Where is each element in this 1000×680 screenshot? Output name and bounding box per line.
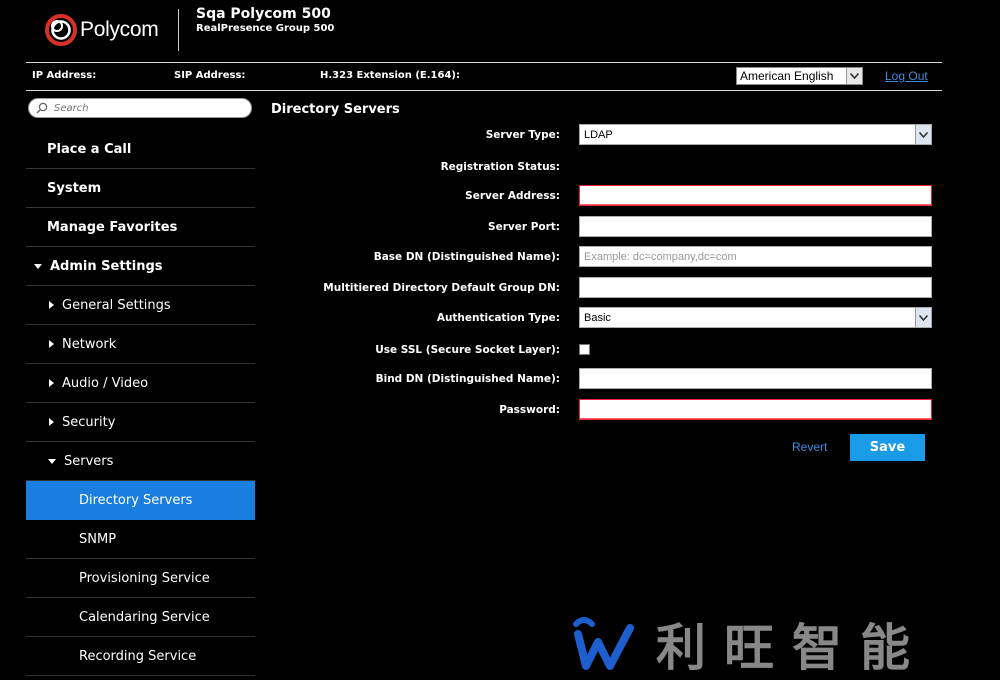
logo-text: Polycom bbox=[80, 18, 159, 41]
sidebar-item-label: Network bbox=[62, 336, 117, 352]
revert-link[interactable]: Revert bbox=[792, 440, 827, 454]
search-box[interactable] bbox=[28, 98, 252, 118]
sidebar-item-label: Directory Servers bbox=[79, 492, 193, 508]
sidebar-item-calendaring-service[interactable]: Calendaring Service bbox=[26, 598, 255, 637]
logout-link[interactable]: Log Out bbox=[885, 69, 928, 83]
sidebar-item-recording-service[interactable]: Recording Service bbox=[26, 637, 255, 676]
auth-type-select[interactable]: Basic bbox=[579, 307, 932, 328]
sidebar-item-label: Provisioning Service bbox=[79, 570, 210, 586]
page-title: Directory Servers bbox=[271, 102, 400, 117]
sidebar-item-directory-servers[interactable]: Directory Servers bbox=[26, 481, 255, 520]
sidebar-item-label: Servers bbox=[64, 453, 114, 469]
registration-status-row: Registration Status: bbox=[270, 156, 935, 178]
sidebar-item-security[interactable]: Security bbox=[26, 403, 255, 442]
sidebar-item-label: Manage Favorites bbox=[47, 219, 178, 235]
watermark: 利旺智能 bbox=[570, 612, 928, 677]
bind-dn-input[interactable] bbox=[579, 368, 932, 389]
sidebar-item-label: SNMP bbox=[79, 531, 117, 547]
registration-status-label: Registration Status: bbox=[440, 161, 560, 173]
sidebar-item-label: Audio / Video bbox=[62, 375, 149, 391]
sidebar-item-label: Recording Service bbox=[79, 648, 197, 664]
caret-right-icon bbox=[49, 379, 54, 387]
server-type-label: Server Type: bbox=[485, 129, 560, 141]
sidebar-item-provisioning-service[interactable]: Provisioning Service bbox=[26, 559, 255, 598]
sidebar-item-label: Admin Settings bbox=[50, 258, 163, 274]
auth-type-value: Basic bbox=[584, 311, 611, 324]
info-bar: IP Address: SIP Address: H.323 Extension… bbox=[26, 62, 942, 91]
sidebar-item-label: Security bbox=[62, 414, 116, 430]
server-address-input[interactable] bbox=[579, 185, 932, 206]
multitiered-dn-row: Multitiered Directory Default Group DN: bbox=[270, 277, 935, 299]
chevron-down-icon[interactable] bbox=[915, 308, 931, 327]
search-icon bbox=[36, 102, 48, 114]
system-model: RealPresence Group 500 bbox=[196, 23, 335, 34]
watermark-logo-icon bbox=[573, 617, 634, 670]
language-value: American English bbox=[740, 69, 834, 83]
base-dn-input[interactable]: Example: dc=company,dc=com bbox=[579, 246, 932, 267]
watermark-text: 利旺智能 bbox=[656, 619, 928, 677]
header-divider bbox=[178, 9, 179, 51]
sidebar-item-admin-settings[interactable]: Admin Settings bbox=[26, 247, 255, 286]
sidebar-nav: Place a Call System Manage Favorites Adm… bbox=[26, 130, 255, 676]
sidebar-item-label: System bbox=[47, 180, 102, 196]
chevron-down-icon[interactable] bbox=[915, 125, 931, 144]
sidebar-item-network[interactable]: Network bbox=[26, 325, 255, 364]
system-name: Sqa Polycom 500 bbox=[196, 6, 331, 22]
sidebar-item-label: General Settings bbox=[62, 297, 171, 313]
sip-address-label: SIP Address: bbox=[174, 70, 246, 81]
password-label: Password: bbox=[499, 404, 560, 416]
server-port-row: Server Port: bbox=[270, 216, 935, 238]
chevron-down-icon[interactable] bbox=[846, 68, 862, 84]
polycom-logo-icon bbox=[45, 14, 77, 46]
bind-dn-label: Bind DN (Distinguished Name): bbox=[375, 373, 560, 385]
server-port-label: Server Port: bbox=[488, 221, 560, 233]
caret-down-icon bbox=[34, 263, 42, 269]
multitiered-dn-label: Multitiered Directory Default Group DN: bbox=[323, 282, 560, 294]
sidebar-item-snmp[interactable]: SNMP bbox=[26, 520, 255, 559]
h323-extension-label: H.323 Extension (E.164): bbox=[320, 70, 460, 81]
sidebar-item-audio-video[interactable]: Audio / Video bbox=[26, 364, 255, 403]
server-address-row: Server Address: bbox=[270, 185, 935, 207]
auth-type-row: Authentication Type: Basic bbox=[270, 307, 935, 329]
password-row: Password: bbox=[270, 399, 935, 421]
language-select[interactable]: American English bbox=[736, 67, 863, 85]
base-dn-row: Base DN (Distinguished Name): Example: d… bbox=[270, 246, 935, 268]
auth-type-label: Authentication Type: bbox=[436, 312, 560, 324]
caret-right-icon bbox=[49, 301, 54, 309]
search-input[interactable] bbox=[52, 101, 236, 115]
server-address-label: Server Address: bbox=[465, 190, 560, 202]
sidebar-item-servers[interactable]: Servers bbox=[26, 442, 255, 481]
base-dn-placeholder: Example: dc=company,dc=com bbox=[584, 250, 737, 263]
sidebar-item-general-settings[interactable]: General Settings bbox=[26, 286, 255, 325]
base-dn-label: Base DN (Distinguished Name): bbox=[373, 251, 560, 263]
server-type-value: LDAP bbox=[584, 128, 613, 141]
use-ssl-row: Use SSL (Secure Socket Layer): bbox=[270, 339, 935, 361]
use-ssl-checkbox[interactable] bbox=[579, 344, 590, 355]
sidebar-item-system[interactable]: System bbox=[26, 169, 255, 208]
server-port-input[interactable] bbox=[579, 216, 932, 237]
ip-address-label: IP Address: bbox=[32, 70, 97, 81]
sidebar-item-label: Calendaring Service bbox=[79, 609, 210, 625]
bind-dn-row: Bind DN (Distinguished Name): bbox=[270, 368, 935, 390]
password-input[interactable] bbox=[579, 399, 932, 420]
use-ssl-label: Use SSL (Secure Socket Layer): bbox=[375, 344, 560, 356]
server-type-row: Server Type: LDAP bbox=[270, 124, 935, 146]
caret-right-icon bbox=[49, 418, 54, 426]
save-button[interactable]: Save bbox=[850, 434, 925, 461]
sidebar-item-place-a-call[interactable]: Place a Call bbox=[26, 130, 255, 169]
sidebar-item-manage-favorites[interactable]: Manage Favorites bbox=[26, 208, 255, 247]
multitiered-dn-input[interactable] bbox=[579, 277, 932, 298]
polycom-logo: Polycom bbox=[44, 12, 159, 48]
header: Polycom Sqa Polycom 500 RealPresence Gro… bbox=[0, 0, 1000, 62]
sidebar-item-label: Place a Call bbox=[47, 141, 132, 157]
caret-right-icon bbox=[49, 340, 54, 348]
caret-down-icon bbox=[48, 458, 56, 464]
server-type-select[interactable]: LDAP bbox=[579, 124, 932, 145]
